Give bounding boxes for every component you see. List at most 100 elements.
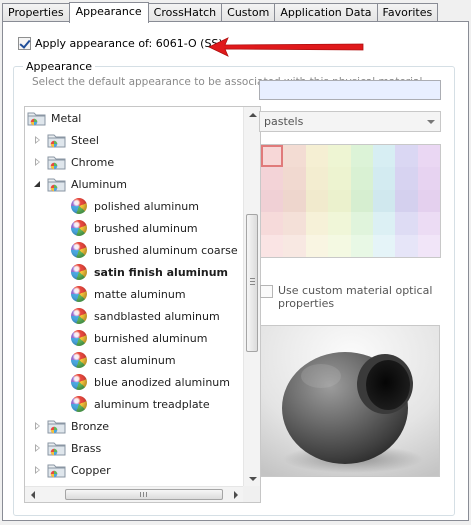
color-swatch[interactable] bbox=[395, 167, 418, 190]
tree-appearance-item[interactable]: cast aluminum bbox=[25, 349, 244, 371]
apply-appearance-row[interactable]: Apply appearance of: 6061-O (SS) bbox=[18, 37, 223, 50]
appearance-sphere-icon bbox=[71, 198, 87, 214]
color-swatch-grid[interactable] bbox=[260, 144, 441, 258]
tree-folder-item[interactable]: Copper bbox=[25, 459, 244, 481]
tree-folder-item[interactable]: Brass bbox=[25, 437, 244, 459]
scroll-down-icon[interactable] bbox=[249, 477, 257, 481]
color-swatch[interactable] bbox=[328, 189, 351, 213]
color-swatch[interactable] bbox=[350, 212, 373, 235]
color-swatch[interactable] bbox=[372, 145, 396, 168]
color-swatch[interactable] bbox=[350, 167, 373, 190]
color-swatch[interactable] bbox=[372, 189, 396, 213]
color-swatch[interactable] bbox=[261, 167, 284, 190]
tree-folder-item[interactable]: Metal bbox=[25, 107, 244, 129]
folder-icon bbox=[47, 442, 66, 456]
tree-folder-item[interactable]: Aluminum bbox=[25, 173, 244, 195]
collapsed-arrow-icon[interactable] bbox=[33, 157, 43, 167]
color-swatch[interactable] bbox=[328, 167, 351, 190]
tree-appearance-item[interactable]: polished aluminum bbox=[25, 195, 244, 217]
color-swatch[interactable] bbox=[261, 145, 284, 168]
collapsed-arrow-icon[interactable] bbox=[33, 135, 43, 145]
tree-appearance-item[interactable]: matte aluminum bbox=[25, 283, 244, 305]
tree-folder-item[interactable]: Chrome bbox=[25, 151, 244, 173]
palette-select[interactable]: pastels bbox=[259, 111, 441, 132]
tree-folder-item[interactable]: Steel bbox=[25, 129, 244, 151]
color-swatch[interactable] bbox=[372, 234, 396, 257]
color-swatch[interactable] bbox=[261, 234, 284, 257]
color-swatch[interactable] bbox=[283, 234, 306, 257]
tree-appearance-item[interactable]: sandblasted aluminum bbox=[25, 305, 244, 327]
appearance-sphere-icon bbox=[71, 264, 87, 280]
tree-item-label: brushed aluminum bbox=[94, 221, 198, 235]
color-swatch[interactable] bbox=[395, 212, 418, 235]
color-swatch[interactable] bbox=[328, 212, 351, 235]
color-swatch[interactable] bbox=[261, 189, 284, 213]
color-swatch[interactable] bbox=[261, 212, 284, 235]
color-swatch[interactable] bbox=[395, 145, 418, 168]
tab-favorites[interactable]: Favorites bbox=[376, 3, 439, 22]
collapsed-arrow-icon[interactable] bbox=[33, 421, 43, 431]
color-swatch[interactable] bbox=[417, 145, 440, 168]
color-swatch[interactable] bbox=[372, 212, 396, 235]
folder-icon bbox=[47, 420, 66, 434]
apply-appearance-checkbox[interactable] bbox=[18, 37, 31, 50]
custom-optical-row[interactable]: Use custom material optical properties bbox=[260, 284, 438, 310]
collapsed-arrow-icon[interactable] bbox=[33, 443, 43, 453]
color-swatch[interactable] bbox=[283, 167, 306, 190]
scroll-right-icon[interactable] bbox=[234, 491, 238, 499]
color-swatch[interactable] bbox=[305, 167, 329, 190]
color-swatch[interactable] bbox=[283, 145, 306, 168]
tab-application-data[interactable]: Application Data bbox=[274, 3, 378, 22]
expanded-arrow-icon[interactable] bbox=[33, 179, 43, 189]
tree-folder-item[interactable]: Bronze bbox=[25, 415, 244, 437]
tree-item-label: Metal bbox=[51, 111, 82, 125]
folder-icon bbox=[27, 112, 46, 126]
tree-vertical-scrollbar[interactable] bbox=[243, 107, 260, 487]
tree-item-label: Steel bbox=[71, 133, 99, 147]
color-swatch[interactable] bbox=[417, 167, 440, 190]
color-swatch[interactable] bbox=[350, 189, 373, 213]
tab-properties[interactable]: Properties bbox=[2, 3, 70, 22]
annotation-arrow-icon bbox=[208, 37, 364, 57]
color-swatch[interactable] bbox=[305, 145, 329, 168]
tree-item-label: Chrome bbox=[71, 155, 115, 169]
color-swatch[interactable] bbox=[305, 234, 329, 257]
material-preview bbox=[260, 325, 440, 477]
tab-custom[interactable]: Custom bbox=[221, 3, 276, 22]
color-swatch[interactable] bbox=[350, 145, 373, 168]
custom-optical-checkbox[interactable] bbox=[260, 285, 273, 298]
tree-item-label: Copper bbox=[71, 463, 111, 477]
collapsed-arrow-icon[interactable] bbox=[33, 465, 43, 475]
color-swatch[interactable] bbox=[283, 212, 306, 235]
color-swatch[interactable] bbox=[305, 189, 329, 213]
tree-item-label: aluminum treadplate bbox=[94, 397, 210, 411]
tree-appearance-item[interactable]: satin finish aluminum bbox=[25, 261, 244, 283]
scroll-up-icon[interactable] bbox=[249, 113, 257, 117]
color-swatch[interactable] bbox=[372, 167, 396, 190]
tab-crosshatch[interactable]: CrossHatch bbox=[147, 3, 223, 22]
tree-item-label: matte aluminum bbox=[94, 287, 186, 301]
tree-appearance-item[interactable]: burnished aluminum bbox=[25, 327, 244, 349]
appearance-name-input[interactable] bbox=[259, 80, 441, 100]
appearance-tree[interactable]: Metal Steel Chrome Aluminum polished alum… bbox=[24, 106, 261, 503]
scroll-left-icon[interactable] bbox=[31, 491, 35, 499]
color-swatch[interactable] bbox=[328, 145, 351, 168]
color-swatch[interactable] bbox=[417, 234, 440, 257]
grip-icon bbox=[140, 492, 147, 497]
color-swatch[interactable] bbox=[395, 189, 418, 213]
color-swatch[interactable] bbox=[417, 212, 440, 235]
color-swatch[interactable] bbox=[350, 234, 373, 257]
vertical-scroll-thumb[interactable] bbox=[246, 214, 258, 352]
tree-appearance-item[interactable]: brushed aluminum bbox=[25, 217, 244, 239]
color-swatch[interactable] bbox=[395, 234, 418, 257]
color-swatch[interactable] bbox=[283, 189, 306, 213]
color-swatch[interactable] bbox=[305, 212, 329, 235]
tree-appearance-item[interactable]: brushed aluminum coarse bbox=[25, 239, 244, 261]
tree-appearance-item[interactable]: aluminum treadplate bbox=[25, 393, 244, 415]
horizontal-scroll-thumb[interactable] bbox=[65, 489, 223, 500]
color-swatch[interactable] bbox=[328, 234, 351, 257]
tab-appearance[interactable]: Appearance bbox=[68, 2, 149, 23]
color-swatch[interactable] bbox=[417, 189, 440, 213]
tree-appearance-item[interactable]: blue anodized aluminum bbox=[25, 371, 244, 393]
tree-horizontal-scrollbar[interactable] bbox=[25, 486, 244, 502]
